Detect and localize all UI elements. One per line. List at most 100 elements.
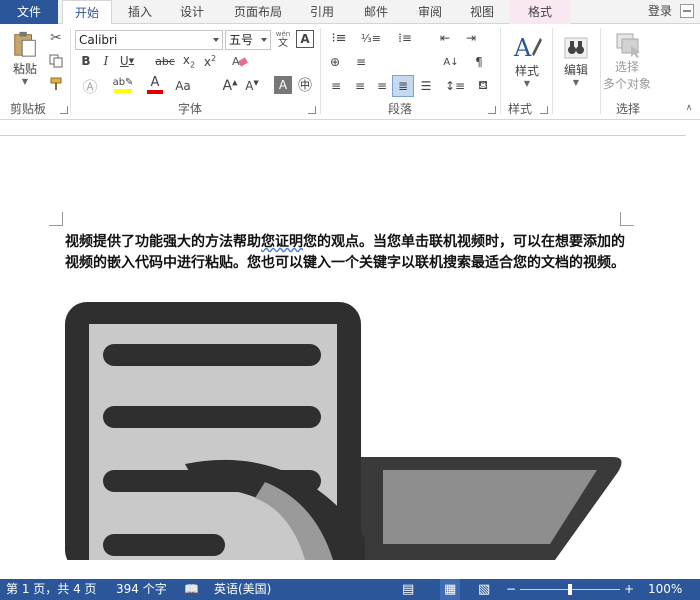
- ribbon-collapse-button[interactable]: ∧: [682, 102, 696, 114]
- web-layout-icon[interactable]: ▧: [478, 579, 490, 600]
- doc-icon-line-1: [103, 344, 321, 366]
- tab-review[interactable]: 审阅: [408, 0, 452, 24]
- group-separator: [70, 28, 71, 114]
- multilevel-list-icon: ⁞≡: [398, 31, 412, 45]
- login-link[interactable]: 登录: [648, 0, 672, 22]
- phonetic-guide-button[interactable]: wén 文: [273, 28, 293, 50]
- format-painter-button[interactable]: [47, 75, 65, 93]
- subscript-icon: x2: [182, 52, 196, 70]
- page-edge-line: [0, 135, 700, 136]
- paste-button[interactable]: 粘贴 ▼: [6, 30, 44, 86]
- shading-button[interactable]: ⛾: [470, 76, 496, 96]
- clear-format-button[interactable]: A: [230, 52, 250, 70]
- text-effects-button[interactable]: Ⓐ: [78, 76, 102, 96]
- styles-launcher-icon[interactable]: [540, 106, 548, 114]
- show-marks-button[interactable]: ¶: [468, 52, 490, 72]
- tab-mailings[interactable]: 邮件: [354, 0, 398, 24]
- tab-page-layout[interactable]: 页面布局: [226, 0, 290, 24]
- cut-button[interactable]: ✂: [47, 29, 65, 47]
- format-painter-icon: [50, 77, 62, 90]
- change-case-button[interactable]: Aa: [172, 76, 194, 96]
- tab-home[interactable]: 开始: [62, 0, 112, 25]
- paragraph-group-label: 段落: [387, 102, 412, 116]
- zoom-out-button[interactable]: −: [506, 579, 516, 600]
- shrink-font-icon: A▼: [245, 79, 259, 93]
- word-count[interactable]: 394 个字: [116, 579, 167, 600]
- line-spacing-sort-button[interactable]: ≡: [352, 52, 370, 72]
- chinese-layout-button[interactable]: ⊕: [326, 52, 344, 72]
- underline-button[interactable]: U ▼: [116, 52, 138, 70]
- char-shading-button[interactable]: A: [274, 76, 292, 94]
- align-left-button[interactable]: ≡: [326, 76, 346, 96]
- select-multiple-objects-button[interactable]: 选择 多个对象: [602, 28, 652, 94]
- char-border-button[interactable]: A: [296, 30, 314, 48]
- italic-button[interactable]: I: [98, 52, 114, 70]
- font-launcher-icon[interactable]: [308, 106, 316, 114]
- line-spacing-button[interactable]: ↕≡: [442, 76, 468, 96]
- zoom-in-button[interactable]: +: [624, 579, 634, 600]
- superscript-button[interactable]: x2: [201, 52, 219, 70]
- subscript-button[interactable]: x2: [180, 52, 198, 70]
- align-right-button[interactable]: ≡: [372, 76, 392, 96]
- tab-view[interactable]: 视图: [460, 0, 504, 24]
- document-paragraph[interactable]: 视频提供了功能强大的方法帮助您证明您的观点。当您单击联机视频时，可以在想要添加的…: [65, 232, 625, 274]
- status-bar: 第 1 页，共 4 页 394 个字 📖 英语(美国) ▤ ▦ ▧ − + 10…: [0, 579, 700, 600]
- vertical-scrollbar[interactable]: [686, 121, 700, 579]
- group-separator: [500, 28, 501, 114]
- sort-button[interactable]: A↓: [440, 52, 462, 72]
- char-shading-icon: A: [278, 78, 288, 92]
- proofing-icon[interactable]: 📖: [184, 579, 199, 600]
- shrink-font-button[interactable]: A▼: [244, 76, 260, 96]
- bold-button[interactable]: B: [78, 52, 94, 70]
- align-center-button[interactable]: ≡: [350, 76, 370, 96]
- decrease-indent-button[interactable]: ⇤: [434, 28, 456, 48]
- grow-font-icon: A▲: [222, 78, 238, 94]
- language-indicator[interactable]: 英语(美国): [214, 579, 271, 600]
- zoom-slider-thumb[interactable]: [568, 584, 572, 595]
- styles-group-label: 样式: [507, 102, 532, 116]
- editing-button[interactable]: 编辑 ▼: [556, 28, 596, 92]
- tab-references[interactable]: 引用: [300, 0, 344, 24]
- tab-design[interactable]: 设计: [170, 0, 214, 24]
- font-size-combo[interactable]: 五号: [225, 30, 271, 50]
- tab-file[interactable]: 文件: [0, 0, 58, 24]
- bullets-button[interactable]: ⁝≡: [326, 28, 352, 48]
- char-border-icon: A: [300, 32, 310, 46]
- chinese-layout-icon: ⊕: [329, 55, 341, 69]
- italic-icon: I: [103, 54, 109, 68]
- highlight-button[interactable]: ab✎: [110, 74, 136, 96]
- pilcrow-icon: ¶: [475, 55, 483, 69]
- read-mode-icon[interactable]: ▤: [402, 579, 414, 600]
- page-count[interactable]: 第 1 页，共 4 页: [6, 579, 97, 600]
- ribbon-tab-bar: 文件 开始 插入 设计 页面布局 引用 邮件 审阅 视图 格式 登录: [0, 0, 700, 25]
- copy-button[interactable]: [47, 52, 65, 70]
- chevron-down-icon: [213, 38, 219, 42]
- document-illustration[interactable]: [65, 302, 625, 560]
- font-color-icon: A: [150, 75, 160, 90]
- font-name-combo[interactable]: Calibri: [75, 30, 223, 50]
- paragraph-launcher-icon[interactable]: [488, 106, 496, 114]
- tab-insert[interactable]: 插入: [118, 0, 162, 24]
- grow-font-button[interactable]: A▲: [222, 76, 238, 96]
- strikethrough-button[interactable]: abc: [154, 52, 176, 70]
- zoom-level[interactable]: 100%: [648, 579, 682, 600]
- numbering-button[interactable]: ⅓≡: [358, 28, 384, 48]
- phonetic-char: 文: [278, 38, 288, 49]
- distributed-button[interactable]: ☰: [416, 76, 436, 96]
- multilevel-list-button[interactable]: ⁞≡: [392, 28, 418, 48]
- clipboard-launcher-icon[interactable]: [60, 106, 68, 114]
- font-color-button[interactable]: A: [142, 74, 168, 96]
- ribbon-collapse-icon[interactable]: [680, 4, 694, 18]
- align-center-icon: ≡: [354, 79, 366, 93]
- styles-button[interactable]: A 样式 ▼: [506, 28, 548, 92]
- select-label-2: 多个对象: [602, 77, 651, 91]
- align-right-icon: ≡: [376, 79, 388, 93]
- print-layout-icon[interactable]: ▦: [440, 579, 461, 600]
- tab-format[interactable]: 格式: [510, 0, 570, 24]
- justify-button[interactable]: ≣: [392, 75, 414, 97]
- enclose-char-button[interactable]: ㊥: [296, 75, 314, 95]
- chevron-down-icon: ▼: [572, 78, 580, 87]
- font-color-bar: [147, 90, 163, 94]
- editing-label: 编辑: [563, 63, 588, 77]
- increase-indent-button[interactable]: ⇥: [460, 28, 482, 48]
